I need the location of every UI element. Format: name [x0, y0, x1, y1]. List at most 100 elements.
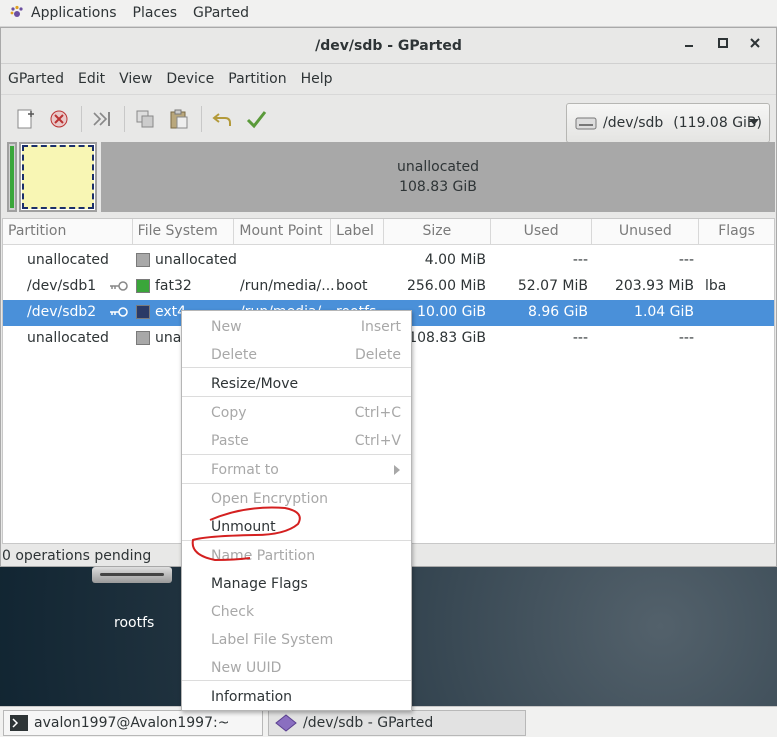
menu-partition[interactable]: Partition	[221, 71, 293, 87]
cell-filesystem: unallocated	[155, 252, 237, 268]
cell-flags: lba	[705, 278, 727, 294]
menu-device[interactable]: Device	[159, 71, 221, 87]
menu-item-paste[interactable]: Paste Ctrl+V	[182, 427, 411, 455]
cell-partition: /dev/sdb2	[27, 304, 97, 320]
menu-item-check[interactable]: Check	[182, 598, 411, 626]
partition-map: unallocated 108.83 GiB	[5, 142, 775, 214]
toolbar-separator	[124, 105, 125, 132]
apply-button[interactable]	[240, 103, 272, 135]
cell-unused: ---	[678, 252, 694, 268]
resize-move-icon	[93, 111, 110, 126]
toolbar-separator	[201, 105, 202, 132]
menu-item-label-file-system[interactable]: Label File System	[182, 626, 411, 654]
harddisk-icon	[575, 117, 597, 130]
col-used[interactable]: Used	[491, 219, 593, 245]
chevron-down-icon	[749, 119, 759, 125]
app-menu[interactable]: GParted	[193, 5, 265, 21]
table-row[interactable]: /dev/sdb1 fat32/run/media/... boot 256.00 M…	[3, 274, 774, 300]
menu-item-accelerator: Ctrl+V	[354, 433, 401, 449]
col-filesystem[interactable]: File System	[133, 219, 235, 245]
paste-button[interactable]	[163, 103, 195, 135]
col-size[interactable]: Size	[384, 219, 491, 245]
menu-item-label: Information	[211, 689, 293, 705]
col-flags[interactable]: Flags	[699, 219, 774, 245]
partition-map-sdb2[interactable]	[19, 142, 97, 212]
menu-help[interactable]: Help	[294, 71, 340, 87]
table-row[interactable]: unallocated unallocated 4.00 MiB --- ---	[3, 248, 774, 274]
cell-filesystem: fat32	[155, 278, 192, 294]
delete-icon	[50, 110, 68, 127]
menu-item-accelerator: Insert	[360, 319, 401, 335]
cell-partition: unallocated	[27, 252, 109, 268]
partition-map-unallocated[interactable]: unallocated 108.83 GiB	[101, 142, 775, 212]
mounted-key-icon	[110, 307, 128, 317]
resize-move-button[interactable]	[86, 103, 118, 135]
copy-button[interactable]	[129, 103, 161, 135]
cell-partition: unallocated	[27, 330, 109, 346]
col-unused[interactable]: Unused	[592, 219, 700, 245]
cell-used: 8.96 GiB	[528, 304, 588, 320]
menu-item-manage-flags[interactable]: Manage Flags	[182, 570, 411, 598]
undo-button[interactable]	[206, 103, 238, 135]
menu-item-unmount[interactable]: Unmount	[182, 513, 411, 541]
menu-gparted[interactable]: GParted	[1, 71, 71, 87]
maximize-icon	[718, 38, 728, 48]
delete-button[interactable]	[43, 103, 75, 135]
places-menu[interactable]: Places	[133, 5, 194, 21]
minimize-icon	[685, 45, 693, 47]
title-bar[interactable]: /dev/sdb - GParted	[1, 28, 776, 64]
menu-item-label: Name Partition	[211, 548, 316, 564]
close-button[interactable]	[746, 37, 764, 55]
menu-item-delete[interactable]: Delete Delete	[182, 341, 411, 369]
menu-item-copy[interactable]: Copy Ctrl+C	[182, 399, 411, 427]
cell-used: ---	[572, 330, 588, 346]
terminal-icon	[10, 715, 28, 731]
applications-menu[interactable]: Applications	[31, 5, 133, 21]
submenu-arrow-icon	[394, 465, 400, 475]
cell-label: boot	[336, 278, 368, 294]
col-label[interactable]: Label	[331, 219, 385, 245]
cell-size: 256.00 MiB	[406, 278, 486, 294]
task-gparted-label: /dev/sdb - GParted	[303, 715, 434, 731]
filesystem-color-swatch	[136, 253, 150, 267]
cell-partition: /dev/sdb1	[27, 278, 97, 294]
menu-item-resize-move[interactable]: Resize/Move	[182, 370, 411, 398]
menu-item-new[interactable]: New Insert	[182, 313, 411, 341]
menu-item-label: Check	[211, 604, 255, 620]
col-mountpoint[interactable]: Mount Point	[234, 219, 332, 245]
menu-item-label: Open Encryption	[211, 491, 329, 507]
minimize-button[interactable]	[680, 37, 698, 55]
gparted-icon	[275, 714, 297, 732]
menu-view[interactable]: View	[112, 71, 159, 87]
menu-item-label: Paste	[211, 433, 249, 449]
menu-item-label: Unmount	[211, 519, 276, 535]
drive-icon[interactable]	[92, 567, 172, 583]
menu-bar: GParted Edit View Device Partition Help	[1, 64, 776, 94]
menu-item-format-to[interactable]: Format to	[182, 456, 411, 484]
menu-item-new-uuid[interactable]: New UUID	[182, 654, 411, 682]
cell-used: 52.07 MiB	[517, 278, 588, 294]
cell-mountpoint: /run/media/...	[240, 278, 335, 294]
device-selector[interactable]: /dev/sdb (119.08 GiB)	[566, 103, 770, 143]
new-button[interactable]	[9, 103, 41, 135]
menu-item-information[interactable]: Information	[182, 683, 411, 711]
col-partition[interactable]: Partition	[3, 219, 133, 245]
partition-context-menu: New Insert Delete Delete Resize/Move Copy Ctrl…	[181, 310, 412, 711]
partition-map-sdb1[interactable]	[7, 142, 17, 212]
new-icon	[17, 109, 34, 128]
menu-item-open-encryption[interactable]: Open Encryption	[182, 485, 411, 513]
task-terminal[interactable]: avalon1997@Avalon1997:~	[3, 710, 263, 736]
menu-item-accelerator: Ctrl+C	[354, 405, 401, 421]
menu-item-label: New UUID	[211, 660, 282, 676]
menu-item-label: Delete	[211, 347, 257, 363]
menu-item-label: Format to	[211, 462, 279, 478]
gnome-foot-icon[interactable]	[9, 5, 25, 21]
drive-label[interactable]: rootfs	[114, 615, 154, 631]
device-name: /dev/sdb	[603, 115, 664, 131]
menu-item-name-partition[interactable]: Name Partition	[182, 542, 411, 570]
menu-edit[interactable]: Edit	[71, 71, 112, 87]
task-gparted[interactable]: /dev/sdb - GParted	[268, 710, 526, 736]
maximize-button[interactable]	[714, 37, 732, 55]
filesystem-color-swatch	[136, 279, 150, 293]
menu-item-label: New	[211, 319, 242, 335]
